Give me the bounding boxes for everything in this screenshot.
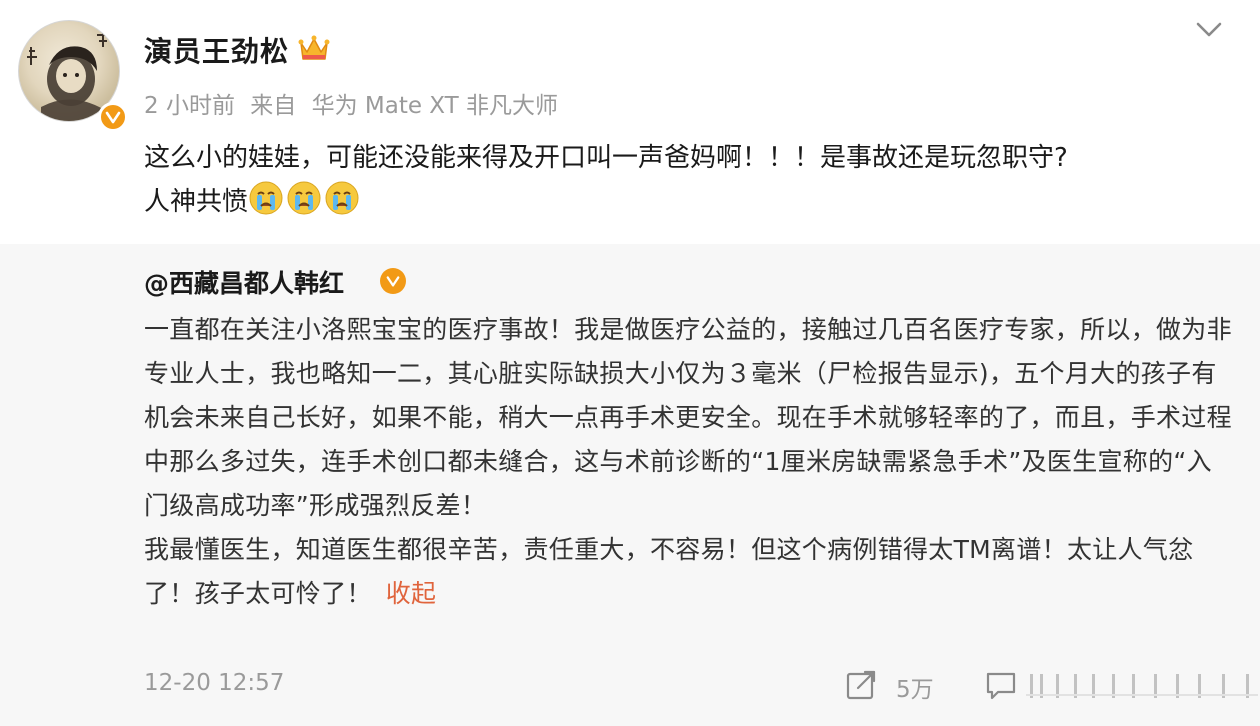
share-count: 5万 bbox=[896, 677, 934, 703]
post-text-line2: 人神共愤 bbox=[144, 187, 249, 217]
retweet-timestamp: 12-20 12:57 bbox=[144, 670, 285, 696]
collapse-link[interactable]: 收起 bbox=[386, 579, 437, 608]
retweet-author[interactable]: @西藏昌都人韩红 bbox=[144, 264, 344, 300]
crying-emoji-icon bbox=[324, 180, 360, 230]
retweet-paragraph-1: 一直都在关注小洛熙宝宝的医疗事故！我是做医疗公益的，接触过几百名医疗专家，所以，… bbox=[144, 315, 1232, 520]
chevron-down-icon[interactable] bbox=[1194, 20, 1224, 44]
retweet-paragraph-2: 我最懂医生，知道医生都很辛苦，责任重大，不容易！但这个病例错得太TM离谱！太让人… bbox=[144, 528, 1234, 616]
retweet-card[interactable]: @西藏昌都人韩红 一直都在关注小洛熙宝宝的医疗事故！我是做医疗公益的，接触过几百… bbox=[0, 244, 1260, 726]
post-text: 这么小的娃娃，可能还没能来得及开口叫一声爸妈啊！！！是事故还是玩忽职守? 人神共… bbox=[144, 136, 1244, 230]
weibo-post: 演员王劲松 2 小时前 来自 华为 Mate XT 非凡大师 这么小的娃娃，可能… bbox=[0, 0, 1260, 726]
post-text-line1: 这么小的娃娃，可能还没能来得及开口叫一声爸妈啊！！！是事故还是玩忽职守? bbox=[144, 143, 1068, 173]
comment-icon[interactable] bbox=[984, 668, 1018, 706]
share-icon[interactable] bbox=[844, 668, 878, 706]
crying-emoji-icon bbox=[286, 180, 322, 230]
post-source[interactable]: 华为 Mate XT 非凡大师 bbox=[312, 93, 558, 119]
verified-icon bbox=[98, 102, 128, 132]
watermark-overlay bbox=[1026, 668, 1258, 702]
avatar[interactable] bbox=[18, 20, 128, 132]
crying-emoji-icon bbox=[248, 180, 284, 230]
retweet-text: 一直都在关注小洛熙宝宝的医疗事故！我是做医疗公益的，接触过几百名医疗专家，所以，… bbox=[144, 308, 1234, 616]
post-time: 2 小时前 bbox=[144, 93, 235, 119]
crown-icon bbox=[298, 34, 330, 68]
post-meta: 2 小时前 来自 华为 Mate XT 非凡大师 bbox=[144, 86, 566, 120]
post-source-prefix: 来自 bbox=[250, 93, 297, 119]
retweet-paragraph-2-text: 我最懂医生，知道医生都很辛苦，责任重大，不容易！但这个病例错得太TM离谱！太让人… bbox=[144, 535, 1194, 608]
retweet-footer: 12-20 12:57 5万 bbox=[144, 668, 1258, 706]
post-author-name[interactable]: 演员王劲松 bbox=[144, 30, 289, 70]
verified-icon bbox=[380, 268, 406, 294]
